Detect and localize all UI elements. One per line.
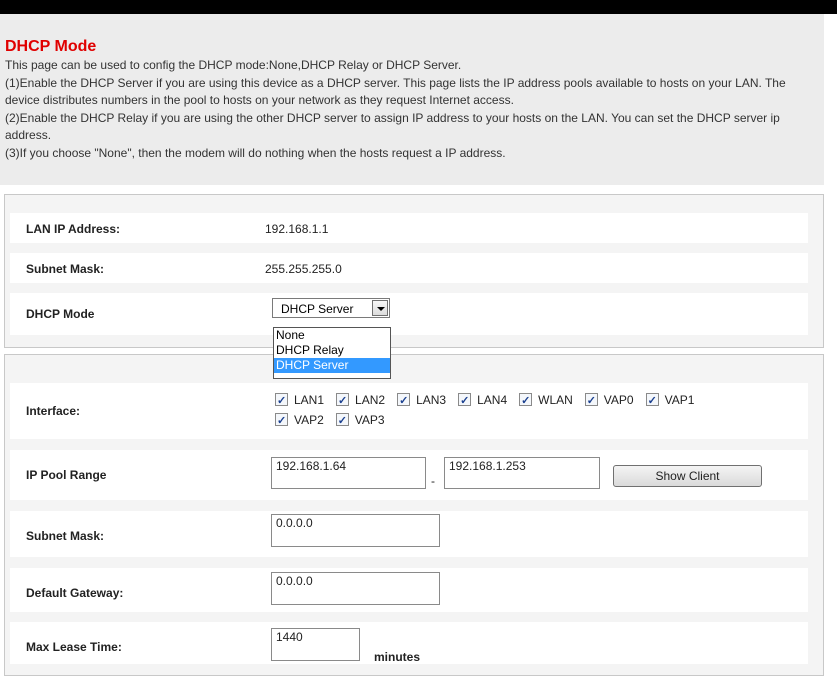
checkbox-checked-icon[interactable] — [519, 391, 533, 411]
checkbox-checked-icon[interactable] — [275, 411, 288, 431]
description-line: (1)Enable the DHCP Server if you are usi… — [5, 75, 786, 108]
description-line: (2)Enable the DHCP Relay if you are usin… — [5, 110, 780, 143]
top-bar — [0, 0, 837, 14]
interface-lan4-label: LAN4 — [477, 393, 508, 407]
ip-pool-end-input[interactable]: 192.168.1.253 — [444, 457, 600, 489]
checkbox-checked-icon[interactable] — [458, 391, 472, 411]
dhcp-mode-label: DHCP Mode — [26, 307, 95, 321]
subnet-mask-input[interactable]: 0.0.0.0 — [271, 514, 440, 547]
gateway-label: Default Gateway: — [26, 586, 124, 600]
page-description: This page can be used to config the DHCP… — [5, 57, 820, 162]
lan-mask-row: Subnet Mask: 255.255.255.0 — [10, 253, 808, 283]
max-lease-input[interactable]: 1440 — [271, 628, 360, 661]
description-line: (3)If you choose "None", then the modem … — [5, 145, 506, 160]
interface-wlan[interactable]: WLAN — [519, 390, 573, 411]
lan-ip-label: LAN IP Address: — [26, 222, 121, 236]
interface-vap1-label: VAP1 — [664, 393, 695, 407]
lan-mask-value: 255.255.255.0 — [265, 262, 342, 276]
dhcp-mode-option-relay[interactable]: DHCP Relay — [274, 343, 390, 358]
interface-vap3[interactable]: VAP3 — [335, 410, 385, 431]
default-gateway-input[interactable]: 0.0.0.0 — [271, 572, 440, 605]
interface-vap3-label: VAP3 — [354, 413, 385, 427]
interface-lan3[interactable]: LAN3 — [397, 390, 447, 411]
lan-ip-value: 192.168.1.1 — [265, 222, 329, 236]
interface-lan3-label: LAN3 — [416, 393, 447, 407]
interface-vap0-label: VAP0 — [603, 393, 634, 407]
dhcp-mode-row: DHCP Mode — [10, 293, 808, 335]
ip-pool-start-input[interactable]: 192.168.1.64 — [271, 457, 426, 489]
checkbox-checked-icon[interactable] — [335, 411, 349, 431]
dhcp-mode-select[interactable]: DHCP Server — [272, 298, 390, 318]
interface-checkbox-group: LAN1 LAN2 LAN3 LAN4 WLAN VAP0 VAP1 VAP2 VAP3 — [275, 390, 815, 431]
page-title: DHCP Mode — [5, 38, 97, 55]
interface-vap0[interactable]: VAP0 — [584, 390, 634, 411]
interface-lan1[interactable]: LAN1 — [275, 390, 325, 411]
interface-wlan-label: WLAN — [538, 393, 573, 407]
checkbox-checked-icon[interactable] — [645, 391, 659, 411]
show-client-button[interactable]: Show Client — [613, 465, 762, 487]
dhcp-mode-option-none[interactable]: None — [274, 328, 390, 343]
lease-label: Max Lease Time: — [26, 640, 122, 654]
interface-lan2[interactable]: LAN2 — [336, 390, 386, 411]
interface-lan1-label: LAN1 — [294, 393, 325, 407]
checkbox-checked-icon[interactable] — [336, 391, 350, 411]
checkbox-checked-icon[interactable] — [584, 391, 598, 411]
lan-ip-row: LAN IP Address: 192.168.1.1 — [10, 213, 808, 243]
lan-mask-label: Subnet Mask: — [26, 262, 105, 276]
interface-label: Interface: — [26, 404, 81, 418]
ip-pool-label: IP Pool Range — [26, 468, 107, 482]
chevron-down-icon[interactable] — [372, 300, 388, 316]
interface-lan4[interactable]: LAN4 — [458, 390, 508, 411]
interface-vap1[interactable]: VAP1 — [645, 390, 695, 411]
description-line: This page can be used to config the DHCP… — [5, 58, 462, 72]
interface-vap2-label: VAP2 — [294, 413, 324, 427]
dhcp-mode-dropdown: None DHCP Relay DHCP Server — [273, 327, 391, 379]
checkbox-checked-icon[interactable] — [275, 391, 288, 411]
interface-vap2[interactable]: VAP2 — [275, 410, 324, 431]
dhcp-mode-selected: DHCP Server — [281, 302, 354, 316]
interface-lan2-label: LAN2 — [355, 393, 386, 407]
dhcp-mode-option-server[interactable]: DHCP Server — [274, 358, 390, 373]
checkbox-checked-icon[interactable] — [397, 391, 411, 411]
lease-unit-label: minutes — [374, 650, 421, 664]
server-mask-label: Subnet Mask: — [26, 529, 105, 543]
ip-pool-separator: - — [431, 474, 435, 488]
